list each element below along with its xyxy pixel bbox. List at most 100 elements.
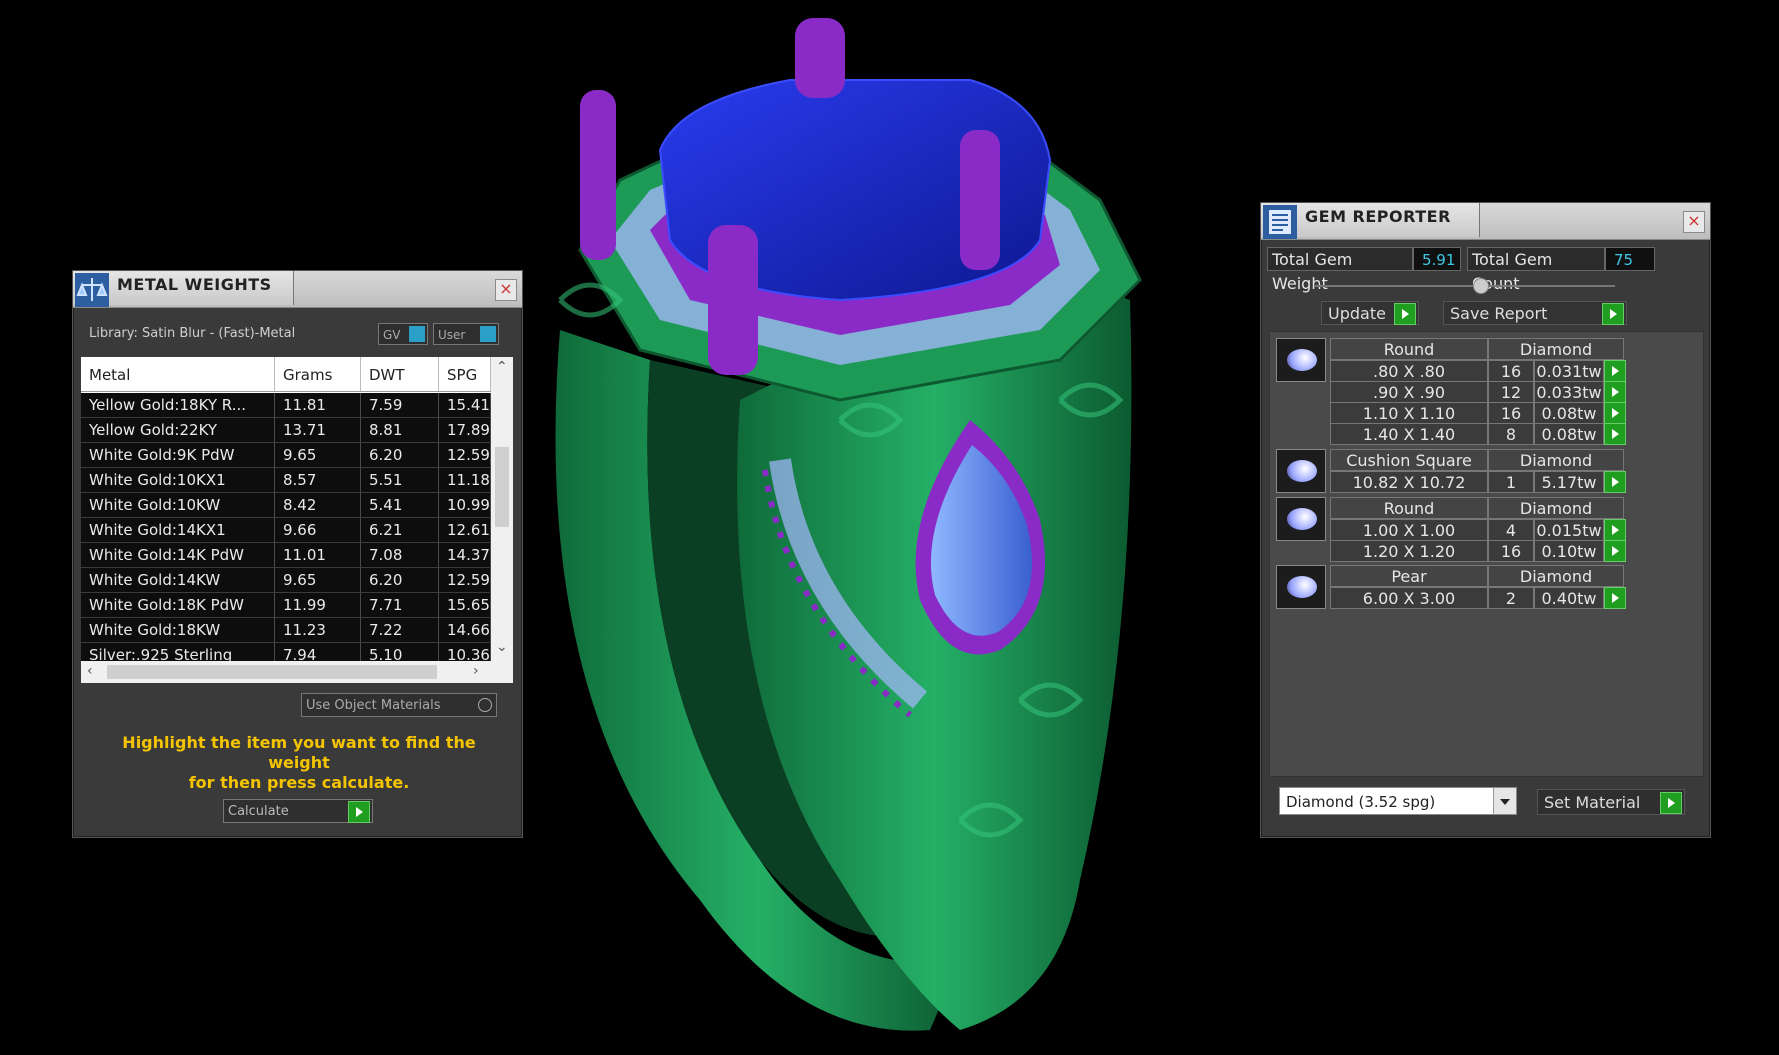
calculate-button[interactable]: Calculate (223, 799, 373, 823)
table-row[interactable]: White Gold:14K PdW 11.01 7.08 14.37 (81, 543, 491, 568)
gem-size: 1.00 X 1.00 (1330, 519, 1488, 541)
horizontal-scrollbar[interactable]: ‹ › (81, 661, 513, 683)
metal-weights-panel: METAL WEIGHTS × Library: Satin Blur - (F… (72, 270, 523, 838)
cell-dwt: 7.22 (361, 618, 439, 642)
gem-weight: 0.10tw (1534, 540, 1604, 562)
cell-metal: White Gold:10KX1 (81, 468, 275, 492)
calculate-hint: Highlight the item you want to find the … (89, 733, 509, 793)
prong-4 (708, 225, 758, 375)
update-button[interactable]: Update (1321, 301, 1419, 325)
select-gem-play-icon[interactable] (1604, 381, 1626, 403)
gem-shape-icon[interactable] (1276, 565, 1326, 609)
table-row[interactable]: White Gold:14KW 9.65 6.20 12.59 (81, 568, 491, 593)
calculate-label: Calculate (228, 804, 289, 819)
scroll-up-icon[interactable]: ⌃ (496, 359, 508, 375)
gem-slider-knob[interactable] (1473, 278, 1489, 294)
prong-1 (580, 90, 616, 260)
cell-grams: 13.71 (275, 418, 361, 442)
gem-size: 1.10 X 1.10 (1330, 402, 1488, 424)
cell-metal: Yellow Gold:22KY (81, 418, 275, 442)
material-select[interactable]: Diamond (3.52 spg) (1279, 787, 1517, 815)
library-label: Library: Satin Blur - (Fast)-Metal (89, 326, 296, 341)
material-select-value: Diamond (3.52 spg) (1286, 793, 1436, 811)
save-report-label: Save Report (1450, 304, 1548, 323)
table-row[interactable]: White Gold:9K PdW 9.65 6.20 12.59 (81, 443, 491, 468)
select-gem-play-icon[interactable] (1604, 540, 1626, 562)
hint-line-2: for then press calculate. (188, 773, 410, 792)
cell-metal: White Gold:18KW (81, 618, 275, 642)
total-gem-count-label: Total Gem Count (1467, 247, 1605, 293)
cell-dwt: 6.21 (361, 518, 439, 542)
chevron-down-icon[interactable] (1493, 788, 1516, 814)
gem-shape: Pear (1330, 565, 1488, 587)
gem-close-button[interactable]: × (1683, 211, 1705, 233)
col-grams[interactable]: Grams (275, 357, 361, 391)
select-gem-play-icon[interactable] (1604, 423, 1626, 445)
gem-shape: Cushion Square (1330, 449, 1488, 471)
vertical-scroll-thumb[interactable] (495, 447, 509, 527)
table-row[interactable]: White Gold:10KX1 8.57 5.51 11.18 (81, 468, 491, 493)
total-gem-weight-label: Total Gem Weight (1267, 247, 1413, 293)
total-gem-weight-value: 5.91 (1413, 247, 1461, 271)
table-row[interactable]: White Gold:18KW 11.23 7.22 14.66 (81, 618, 491, 643)
update-label: Update (1328, 304, 1386, 323)
gem-size: .80 X .80 (1330, 360, 1488, 382)
cell-metal: White Gold:9K PdW (81, 443, 275, 467)
cell-metal: White Gold:14KX1 (81, 518, 275, 542)
cell-grams: 9.66 (275, 518, 361, 542)
gv-toggle[interactable]: GV (378, 323, 428, 345)
table-row[interactable]: White Gold:10KW 8.42 5.41 10.99 (81, 493, 491, 518)
table-row[interactable]: Yellow Gold:22KY 13.71 8.81 17.89 (81, 418, 491, 443)
set-material-label: Set Material (1544, 793, 1641, 812)
gem-shape-icon[interactable] (1276, 449, 1326, 493)
metal-titlebar[interactable]: METAL WEIGHTS × (73, 271, 522, 308)
scroll-left-icon[interactable]: ‹ (87, 663, 93, 679)
use-object-materials-toggle[interactable]: Use Object Materials (301, 693, 497, 717)
gem-size: .90 X .90 (1330, 381, 1488, 403)
gem-titlebar[interactable]: GEM REPORTER × (1261, 203, 1710, 240)
cell-spg: 12.59 (439, 568, 491, 592)
metal-table-body: Yellow Gold:18KY R... 11.81 7.59 15.41 Yello… (81, 393, 491, 668)
gem-size: 10.82 X 10.72 (1330, 471, 1488, 493)
metal-close-button[interactable]: × (495, 279, 517, 301)
scale-icon (75, 273, 109, 307)
col-dwt[interactable]: DWT (361, 357, 439, 391)
ring-3d-viewport[interactable] (540, 0, 1240, 1051)
col-metal[interactable]: Metal (81, 357, 275, 391)
gem-weight: 0.033tw (1534, 381, 1604, 403)
col-spg[interactable]: SPG (439, 357, 491, 391)
cell-metal: White Gold:14K PdW (81, 543, 275, 567)
save-report-button[interactable]: Save Report (1443, 301, 1627, 325)
table-row[interactable]: Yellow Gold:18KY R... 11.81 7.59 15.41 (81, 393, 491, 418)
cell-spg: 15.41 (439, 393, 491, 417)
scroll-right-icon[interactable]: › (473, 663, 479, 679)
table-row[interactable]: White Gold:14KX1 9.66 6.21 12.61 (81, 518, 491, 543)
gem-slider-track[interactable] (1315, 285, 1615, 287)
select-gem-play-icon[interactable] (1604, 519, 1626, 541)
user-toggle[interactable]: User (433, 323, 499, 345)
ring-render (555, 18, 1142, 1031)
gem-shape-icon[interactable] (1276, 497, 1326, 541)
cell-dwt: 5.51 (361, 468, 439, 492)
radio-icon (478, 698, 492, 712)
cell-metal: White Gold:14KW (81, 568, 275, 592)
cell-dwt: 7.08 (361, 543, 439, 567)
cell-dwt: 6.20 (361, 443, 439, 467)
table-row[interactable]: White Gold:18K PdW 11.99 7.71 15.65 (81, 593, 491, 618)
select-gem-play-icon[interactable] (1604, 402, 1626, 424)
select-gem-play-icon[interactable] (1604, 360, 1626, 382)
metal-panel-title: METAL WEIGHTS (117, 275, 272, 294)
play-icon (1660, 792, 1682, 814)
select-gem-play-icon[interactable] (1604, 471, 1626, 493)
scroll-down-icon[interactable]: ⌄ (496, 639, 508, 655)
horizontal-scroll-thumb[interactable] (107, 665, 437, 679)
gem-shape: Round (1330, 497, 1488, 519)
gem-shape: Round (1330, 338, 1488, 360)
vertical-scrollbar[interactable]: ⌃ ⌄ (491, 357, 513, 661)
select-gem-play-icon[interactable] (1604, 587, 1626, 609)
gem-weight: 0.40tw (1534, 587, 1604, 609)
cell-grams: 11.01 (275, 543, 361, 567)
gem-shape-icon[interactable] (1276, 338, 1326, 382)
metal-table[interactable]: Metal Grams DWT SPG Yellow Gold:18KY R..… (81, 357, 513, 683)
set-material-button[interactable]: Set Material (1537, 789, 1685, 815)
